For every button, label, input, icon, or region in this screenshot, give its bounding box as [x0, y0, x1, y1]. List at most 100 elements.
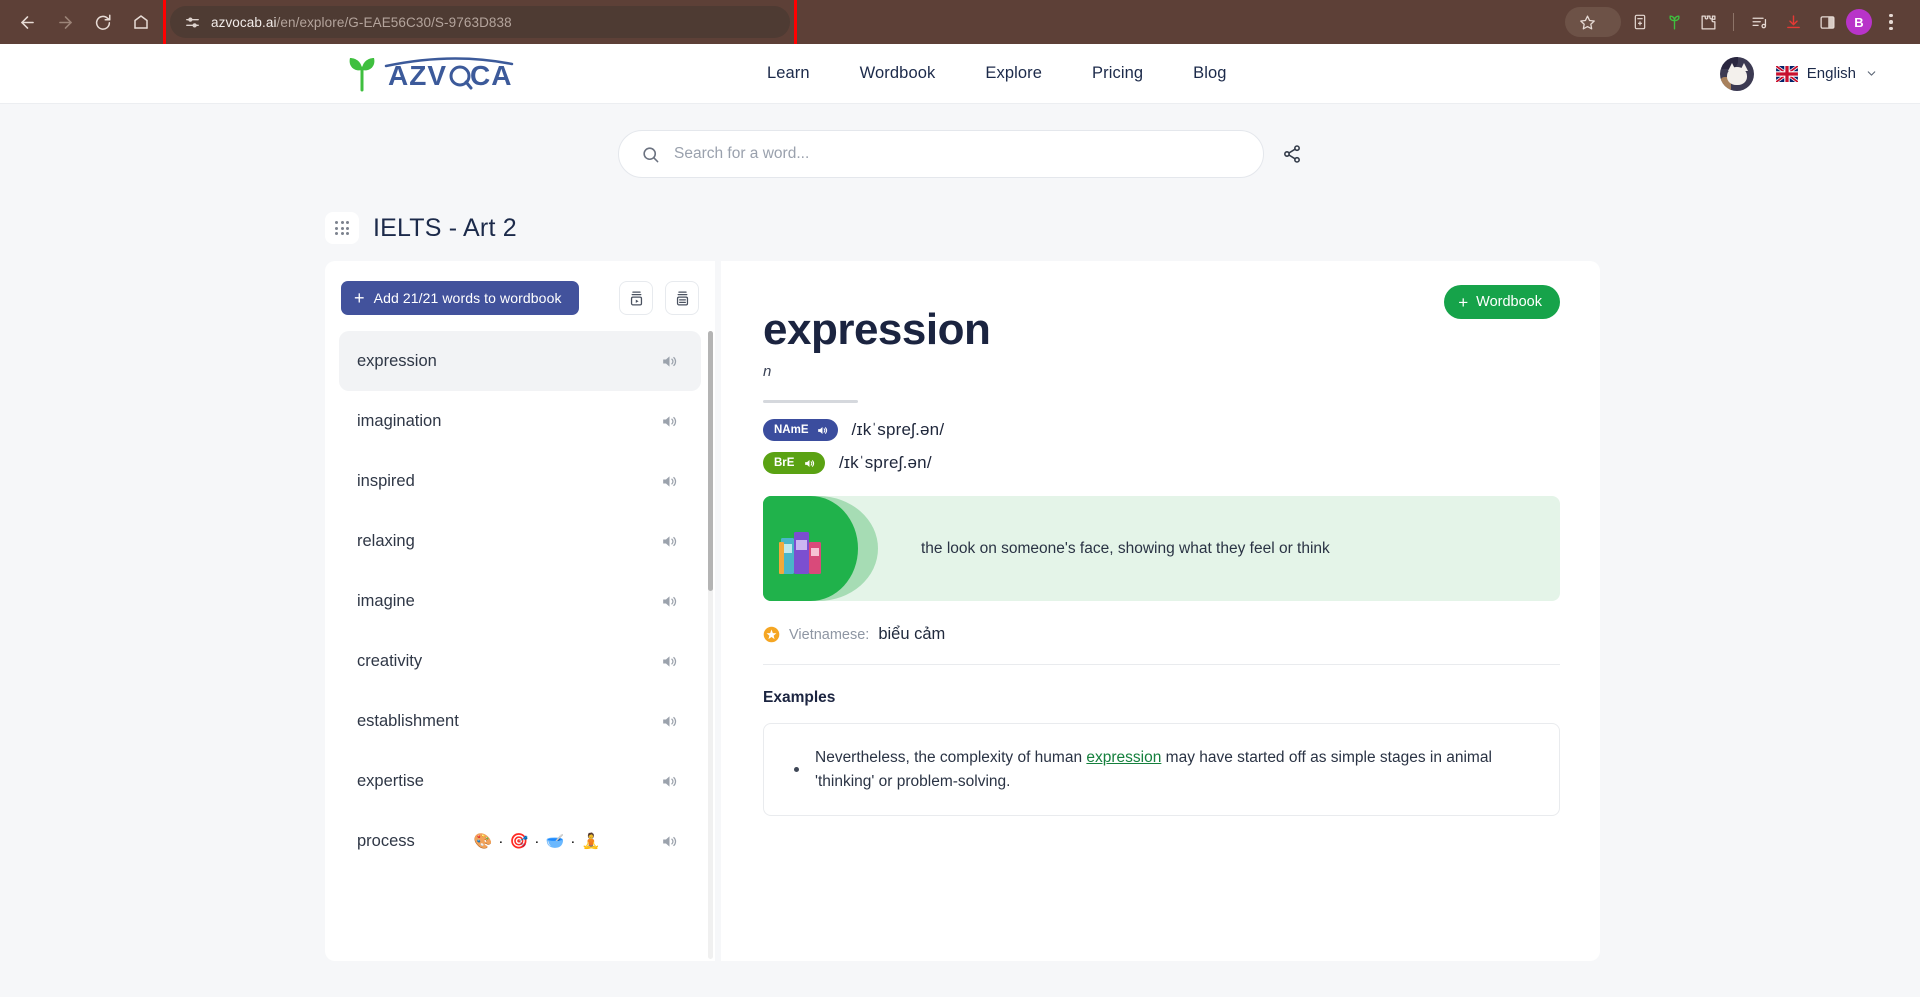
address-bar[interactable]: azvocab.ai/en/explore/G-EAE56C30/S-9763D… — [170, 6, 790, 38]
svg-text:CAB: CAB — [470, 60, 514, 91]
language-selector[interactable]: English — [1775, 65, 1878, 82]
word-list-item[interactable]: establishment — [339, 691, 701, 751]
chrome-menu-icon[interactable] — [1876, 7, 1906, 37]
save-form-icon[interactable] — [1625, 7, 1655, 37]
word-list-scrollbar-thumb[interactable] — [708, 331, 713, 591]
word-label: establishment — [357, 711, 459, 730]
flashcard-play-button[interactable] — [619, 281, 653, 315]
side-panel-icon[interactable] — [1812, 7, 1842, 37]
add-words-to-wordbook-button[interactable]: + Add 21/21 words to wordbook — [341, 281, 579, 315]
search-row — [0, 104, 1920, 178]
definition-card: the look on someone's face, showing what… — [763, 496, 1560, 601]
home-button[interactable] — [124, 5, 158, 39]
word-list-item[interactable]: imagine — [339, 571, 701, 631]
reload-button[interactable] — [86, 5, 120, 39]
ipa-text-name: /ɪkˈspreʃ.ən/ — [851, 420, 945, 439]
user-avatar[interactable] — [1719, 56, 1754, 91]
speaker-icon[interactable] — [816, 424, 829, 437]
search-icon — [643, 146, 659, 162]
word-label: inspired — [357, 471, 415, 490]
nav-link-wordbook[interactable]: Wordbook — [860, 64, 936, 83]
back-button[interactable] — [10, 5, 44, 39]
url-host: azvocab.ai — [211, 14, 277, 30]
speaker-icon[interactable] — [660, 832, 679, 851]
word-list-item[interactable]: imagination — [339, 391, 701, 451]
example-card: Nevertheless, the complexity of human ex… — [763, 723, 1560, 817]
word-detail-panel: + Wordbook expression n NAmE /ɪkˈspreʃ.ə… — [721, 261, 1600, 961]
browser-profile-avatar[interactable]: B — [1846, 9, 1872, 35]
word-label: imagine — [357, 591, 415, 610]
grid-menu-button[interactable] — [325, 212, 359, 244]
speaker-icon[interactable] — [660, 412, 679, 431]
site-header: AZV CAB Learn Wordbook Explore Pricing B… — [0, 44, 1920, 104]
page-body: IELTS - Art 2 + Add 21/21 words to wordb… — [0, 104, 1920, 997]
azvocab-logo[interactable]: AZV CAB — [342, 54, 514, 94]
ipa-text-bre: /ɪkˈspreʃ.ən/ — [839, 453, 932, 472]
divider — [763, 400, 858, 403]
word-list-item[interactable]: expertise — [339, 751, 701, 811]
toolbar-divider — [1733, 13, 1734, 31]
pronunciation-badge-name[interactable]: NAmE — [763, 419, 838, 441]
pronunciation-row-bre: BrE /ɪkˈspreʃ.ən/ — [763, 452, 1560, 474]
word-list-item[interactable]: inspired — [339, 451, 701, 511]
search-input[interactable] — [674, 145, 1241, 163]
speaker-icon[interactable] — [803, 457, 816, 470]
downloads-icon[interactable] — [1778, 7, 1808, 37]
word-list-item[interactable]: relaxing — [339, 511, 701, 571]
definition-accent — [763, 496, 878, 601]
word-list-item[interactable]: expression — [339, 331, 701, 391]
add-words-label: Add 21/21 words to wordbook — [373, 290, 562, 306]
page-title-row: IELTS - Art 2 — [325, 212, 1920, 244]
word-list: expression imagination inspired relaxing… — [339, 331, 701, 881]
url-text: azvocab.ai/en/explore/G-EAE56C30/S-9763D… — [211, 15, 512, 30]
speaker-icon[interactable] — [660, 652, 679, 671]
bookmark-star-icon[interactable] — [1565, 7, 1621, 37]
language-label: English — [1806, 65, 1856, 82]
speaker-icon[interactable] — [660, 352, 679, 371]
star-icon — [763, 626, 780, 643]
word-label: expression — [357, 351, 437, 370]
plus-icon: + — [354, 288, 365, 308]
pronunciation-badge-bre[interactable]: BrE — [763, 452, 825, 474]
plus-icon: + — [1458, 292, 1469, 312]
azvocab-extension-icon[interactable] — [1659, 7, 1689, 37]
word-list-toolbar: + Add 21/21 words to wordbook — [339, 281, 701, 331]
variant-label: NAmE — [774, 424, 809, 436]
word-label: process — [357, 831, 415, 850]
nav-link-blog[interactable]: Blog — [1193, 64, 1226, 83]
nav-link-explore[interactable]: Explore — [985, 64, 1042, 83]
header-right-controls: English — [1719, 56, 1878, 91]
speaker-icon[interactable] — [660, 472, 679, 491]
bullet-icon — [794, 767, 799, 773]
translation-value: biểu cảm — [878, 625, 946, 643]
translation-row: Vietnamese: biểu cảm — [763, 625, 1560, 665]
word-list-item[interactable]: creativity — [339, 631, 701, 691]
add-to-wordbook-button[interactable]: + Wordbook — [1444, 285, 1560, 319]
speaker-icon[interactable] — [660, 592, 679, 611]
pronunciation-row-name: NAmE /ɪkˈspreʃ.ən/ — [763, 419, 1560, 441]
speaker-icon[interactable] — [660, 712, 679, 731]
share-icon[interactable] — [1282, 144, 1302, 164]
site-settings-icon[interactable] — [184, 14, 201, 31]
chevron-down-icon — [1867, 71, 1876, 76]
reading-list-icon[interactable] — [1744, 7, 1774, 37]
browser-actions: B — [1565, 7, 1910, 37]
books-illustration-icon — [779, 532, 821, 574]
word-list-item[interactable]: process 🎨 · 🎯 · 🥣 · 🧘 — [339, 811, 701, 871]
search-box[interactable] — [618, 130, 1264, 178]
example-before: Nevertheless, the complexity of human — [815, 749, 1087, 766]
headword: expression — [763, 305, 991, 354]
word-list-panel: + Add 21/21 words to wordbook expression… — [325, 261, 715, 961]
speaker-icon[interactable] — [660, 772, 679, 791]
extensions-puzzle-icon[interactable] — [1693, 7, 1723, 37]
examples-heading: Examples — [763, 689, 836, 706]
variant-label: BrE — [774, 457, 795, 469]
list-view-button[interactable] — [665, 281, 699, 315]
word-label: imagination — [357, 411, 442, 430]
wordbook-button-label: Wordbook — [1476, 294, 1542, 310]
speaker-icon[interactable] — [660, 532, 679, 551]
nav-link-pricing[interactable]: Pricing — [1092, 64, 1143, 83]
example-highlight-word[interactable]: expression — [1086, 749, 1161, 766]
forward-button[interactable] — [48, 5, 82, 39]
nav-link-learn[interactable]: Learn — [767, 64, 810, 83]
